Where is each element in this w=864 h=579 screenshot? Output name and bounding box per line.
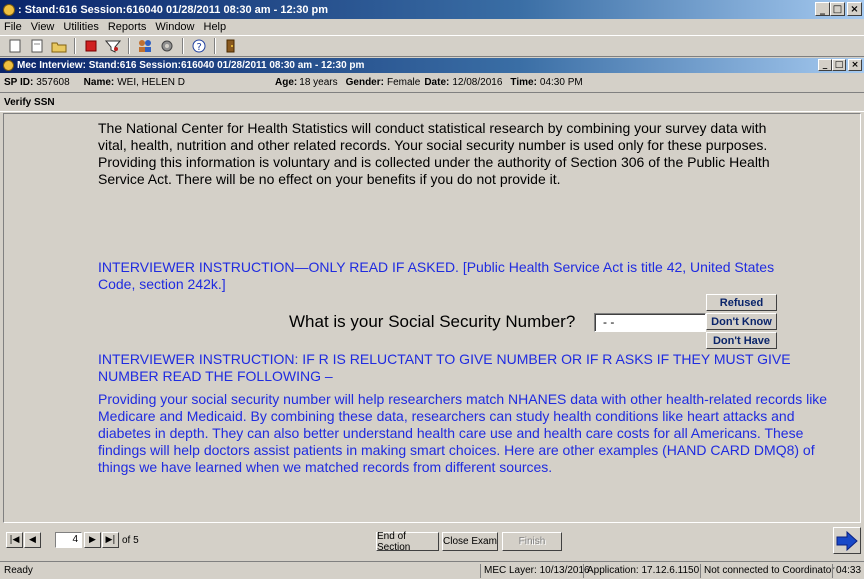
document-icon[interactable] <box>28 37 46 55</box>
filter-icon[interactable] <box>104 37 122 55</box>
navigation-bar: |◀ ◀ 4 ▶ ▶| of 5 End of Section Close Ex… <box>0 525 864 561</box>
question-text: What is your Social Security Number? <box>289 312 576 331</box>
maximize-icon[interactable]: □ <box>830 2 845 16</box>
status-ready: Ready <box>4 565 33 576</box>
interviewer-instruction-2: INTERVIEWER INSTRUCTION: IF R IS RELUCTA… <box>98 351 791 384</box>
menu-utilities[interactable]: Utilities <box>63 21 98 33</box>
name-label: Name: <box>83 76 115 88</box>
minimize-icon[interactable]: _ <box>818 59 832 71</box>
name-value: WEI, HELEN D <box>117 76 186 88</box>
svg-text:?: ? <box>197 42 202 53</box>
toolbar: ? <box>0 35 864 57</box>
minimize-icon[interactable]: _ <box>815 2 830 16</box>
status-clock: 04:33 PM <box>832 564 864 578</box>
maximize-icon[interactable]: □ <box>832 59 846 71</box>
finish-button[interactable]: Finish <box>502 532 562 551</box>
open-folder-icon[interactable] <box>50 37 68 55</box>
dont-have-button[interactable]: Don't Have <box>706 332 777 349</box>
first-page-icon[interactable]: |◀ <box>6 532 23 548</box>
next-page-icon[interactable]: ▶ <box>84 532 101 548</box>
next-arrow-button[interactable] <box>833 527 861 554</box>
sp-id-label: SP ID: <box>4 76 34 88</box>
section-title: Verify SSN <box>0 92 864 112</box>
ssn-explanation-text: Providing your social security number wi… <box>98 391 828 475</box>
help-icon[interactable]: ? <box>190 37 208 55</box>
page-count: of 5 <box>122 535 139 546</box>
app-icon <box>3 3 15 16</box>
close-icon[interactable]: × <box>847 2 862 16</box>
end-of-section-button[interactable]: End of Section <box>376 531 439 553</box>
forward-arrow-icon <box>836 530 858 551</box>
dont-know-button[interactable]: Don't Know <box>706 313 777 330</box>
toolbar-divider <box>74 38 76 54</box>
question-panel: The National Center for Health Statistic… <box>3 113 861 523</box>
status-coordinator: Not connected to Coordinator <box>700 564 835 578</box>
toolbar-divider <box>128 38 130 54</box>
menu-help[interactable]: Help <box>204 21 227 33</box>
status-bar: Ready MEC Layer: 10/13/2016 Application:… <box>0 561 864 579</box>
age-value: 18 years <box>299 76 338 88</box>
close-exam-button[interactable]: Close Exam <box>442 532 498 551</box>
page-number-input[interactable]: 4 <box>55 532 82 548</box>
menu-reports[interactable]: Reports <box>108 21 147 33</box>
previous-page-icon[interactable]: ◀ <box>24 532 41 548</box>
exit-door-icon[interactable] <box>222 37 240 55</box>
menu-window[interactable]: Window <box>155 21 194 33</box>
settings-gear-icon[interactable] <box>158 37 176 55</box>
toolbar-divider <box>214 38 216 54</box>
status-mec-layer: MEC Layer: 10/13/2016 <box>480 564 590 578</box>
gender-label: Gender: <box>345 76 384 88</box>
menu-bar: File View Utilities Reports Window Help <box>0 19 864 35</box>
app-title: : Stand:616 Session:616040 01/28/2011 08… <box>18 3 329 16</box>
close-icon[interactable]: × <box>848 59 862 71</box>
age-label: Age: <box>275 76 298 88</box>
date-label: Date: <box>424 76 450 88</box>
ssn-input[interactable]: - - <box>594 313 706 332</box>
refused-button[interactable]: Refused <box>706 294 777 311</box>
interview-window-icon <box>3 60 14 71</box>
intro-text: The National Center for Health Statistic… <box>98 120 770 187</box>
status-application: Application: 17.12.6.1150 <box>583 564 699 578</box>
stop-icon[interactable] <box>82 37 100 55</box>
time-value: 04:30 PM <box>539 76 583 88</box>
interview-title: Mec Interview: Stand:616 Session:616040 … <box>17 60 365 71</box>
last-page-icon[interactable]: ▶| <box>102 532 119 548</box>
interviewer-instruction-1: INTERVIEWER INSTRUCTION—ONLY READ IF ASK… <box>98 259 775 292</box>
sp-id-value: 357608 <box>36 76 70 88</box>
interview-titlebar: Mec Interview: Stand:616 Session:616040 … <box>0 58 864 73</box>
participant-info: SP ID: 357608 Name: WEI, HELEN D Age: 18… <box>0 74 864 90</box>
users-icon[interactable] <box>136 37 154 55</box>
toolbar-divider <box>182 38 184 54</box>
menu-view[interactable]: View <box>31 21 55 33</box>
new-document-icon[interactable] <box>6 37 24 55</box>
gender-value: Female <box>386 76 421 88</box>
menu-file[interactable]: File <box>4 21 22 33</box>
date-value: 12/08/2016 <box>452 76 503 88</box>
time-label: Time: <box>510 76 537 88</box>
app-titlebar: : Stand:616 Session:616040 01/28/2011 08… <box>0 0 864 19</box>
